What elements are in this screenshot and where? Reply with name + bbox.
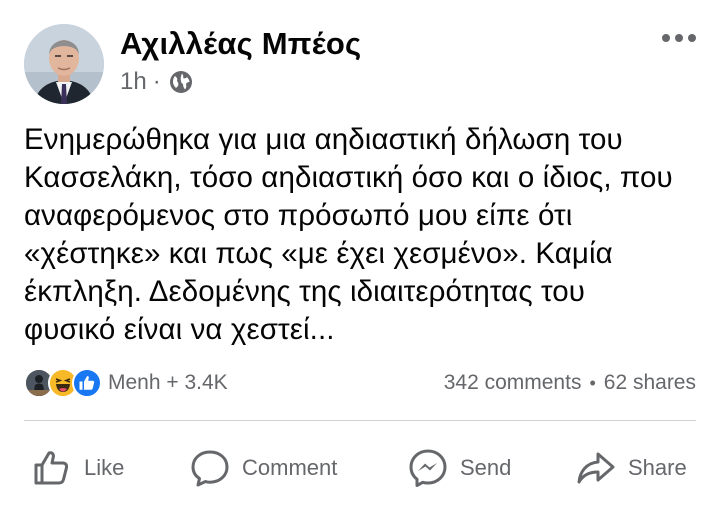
comment-button[interactable]: Comment bbox=[190, 440, 337, 496]
like-label: Like bbox=[84, 455, 125, 480]
post-meta: 1h · bbox=[120, 68, 193, 96]
meta-separator: · bbox=[152, 68, 161, 95]
send-label: Send bbox=[460, 455, 512, 480]
like-button[interactable]: Like bbox=[32, 440, 124, 496]
messenger-icon bbox=[409, 449, 447, 487]
author-name[interactable]: Αχιλλέας Μπέος bbox=[120, 26, 361, 62]
reactions-button[interactable]: Menh + 3.4K bbox=[24, 368, 228, 398]
post-text-line: αναφερόμενος στο πρόσωπό μου είπε ότι bbox=[24, 199, 573, 232]
post-text-line: έκπληξη. Δεδομένης της ιδιαιτερότητας το… bbox=[24, 275, 586, 308]
avatar-photo bbox=[24, 24, 104, 104]
reactions-label: Menh + 3.4K bbox=[108, 371, 228, 394]
thumbs-up-icon bbox=[34, 451, 69, 485]
counts-separator: • bbox=[589, 372, 596, 393]
post-timestamp[interactable]: 1h bbox=[120, 68, 147, 96]
post-text-line: φυσικό είναι να χεστεί... bbox=[24, 313, 335, 346]
divider bbox=[24, 420, 696, 421]
shares-count-link[interactable]: 62 shares bbox=[604, 371, 696, 395]
share-button[interactable]: Share bbox=[576, 440, 687, 496]
like-icon bbox=[72, 368, 102, 398]
post-text: Ενημερώθηκα για μια αηδιαστική δήλωση το… bbox=[24, 121, 704, 349]
reactions-summary: Menh + 3.4K 342 comments • 62 shares bbox=[24, 365, 696, 401]
post-text-line: «χέστηκε» και πως «με έχει χεσμένο». Καμ… bbox=[24, 237, 613, 270]
post-text-line: Ενημερώθηκα για μια αηδιαστική δήλωση το… bbox=[24, 123, 623, 156]
comment-bubble-icon bbox=[191, 450, 229, 487]
avatar[interactable] bbox=[24, 24, 104, 104]
share-label: Share bbox=[628, 455, 687, 480]
share-arrow-icon bbox=[577, 452, 615, 484]
engagement-counts: 342 comments • 62 shares bbox=[444, 371, 696, 395]
globe-icon[interactable] bbox=[169, 70, 193, 94]
post-text-line: Κασσελάκη, τόσο αηδιαστική όσο και ο ίδι… bbox=[24, 161, 673, 194]
action-bar: Like Comment Send Share bbox=[0, 440, 720, 496]
comment-label: Comment bbox=[242, 455, 338, 480]
comments-count-link[interactable]: 342 comments bbox=[444, 371, 582, 395]
send-button[interactable]: Send bbox=[408, 440, 511, 496]
facebook-post: Αχιλλέας Μπέος 1h · Ενημερώθηκα για μια … bbox=[0, 0, 720, 505]
more-options-icon[interactable] bbox=[662, 28, 696, 48]
